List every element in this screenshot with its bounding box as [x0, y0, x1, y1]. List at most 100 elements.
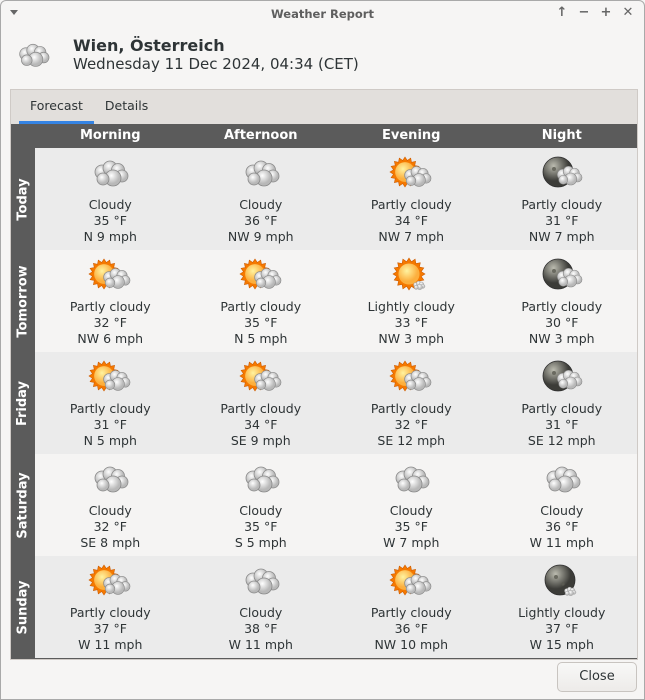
forecast-grid: Morning Afternoon Evening Night Today Cl… [11, 124, 637, 659]
partly-cloudy-night-icon [542, 258, 583, 290]
cloudy-icon [395, 466, 430, 493]
forecast-cell: Partly cloudy 32 °F NW 6 mph [35, 250, 186, 352]
forecast-notebook: Forecast Details Morning Afternoon Eveni… [10, 89, 638, 660]
wind: N 5 mph [234, 331, 288, 346]
wind: W 7 mph [383, 535, 440, 550]
close-button[interactable]: Close [557, 662, 637, 692]
condition: Cloudy [239, 197, 283, 212]
forecast-row: Partly cloudy 31 °F N 5 mph Partly cloud… [35, 352, 637, 454]
partly-cloudy-day-icon [389, 564, 432, 596]
wind: W 11 mph [228, 637, 293, 652]
forecast-row: Cloudy 32 °F SE 8 mph Cloudy 35 °F S 5 m… [35, 454, 637, 556]
condition: Partly cloudy [370, 605, 452, 620]
window-title: Weather Report [271, 7, 374, 21]
wind: N 9 mph [83, 229, 137, 244]
wind: W 15 mph [529, 637, 594, 652]
row-label-tomorrow: Tomorrow [11, 250, 35, 352]
temperature: 32 °F [394, 417, 428, 432]
row-label-sunday: Sunday [11, 556, 35, 658]
cloudy-icon [19, 43, 50, 67]
temperature: 31 °F [93, 417, 127, 432]
temperature: 36 °F [244, 213, 278, 228]
column-header-morning: Morning [79, 128, 141, 143]
condition: Partly cloudy [220, 299, 302, 314]
cloudy-icon [245, 568, 280, 595]
wind: W 11 mph [78, 637, 143, 652]
partly-cloudy-day-icon [239, 258, 282, 290]
partly-cloudy-day-icon [389, 360, 432, 392]
wind: NW 7 mph [378, 229, 445, 244]
temperature: 34 °F [394, 213, 428, 228]
weather-report-window: Weather Report ↑ − + ✕ Wien, Österreich … [0, 0, 645, 700]
wind: NW 10 mph [374, 637, 449, 652]
condition: Partly cloudy [521, 197, 603, 212]
wind: S 5 mph [234, 535, 287, 550]
row-label-text: Saturday [15, 471, 31, 539]
row-label-friday: Friday [11, 352, 35, 454]
temperature: 37 °F [545, 621, 579, 636]
condition: Partly cloudy [521, 401, 603, 416]
forecast-cell: Partly cloudy 37 °F W 11 mph [35, 556, 186, 658]
condition: Cloudy [239, 503, 283, 518]
wind: SE 12 mph [527, 433, 596, 448]
forecast-row: Cloudy 35 °F N 9 mph Cloudy 36 °F NW 9 m… [35, 148, 637, 250]
close-window-button[interactable]: ✕ [620, 5, 636, 21]
temperature: 35 °F [244, 519, 278, 534]
tab-forecast[interactable]: Forecast [19, 90, 94, 124]
column-header-night: Night [541, 128, 582, 143]
forecast-cell: Cloudy 35 °F N 9 mph [35, 148, 186, 250]
forecast-cell: Cloudy 35 °F W 7 mph [336, 454, 487, 556]
forecast-cell: Partly cloudy 31 °F SE 12 mph [487, 352, 638, 454]
row-label-saturday: Saturday [11, 454, 35, 556]
row-label-text: Tomorrow [15, 264, 31, 338]
temperature: 36 °F [394, 621, 428, 636]
forecast-row: Partly cloudy 37 °F W 11 mph Cloudy 38 °… [35, 556, 637, 658]
temperature: 31 °F [545, 417, 579, 432]
partly-cloudy-day-icon [88, 258, 131, 290]
temperature: 35 °F [244, 315, 278, 330]
wind: SE 8 mph [80, 535, 141, 550]
forecast-cell: Partly cloudy 36 °F NW 10 mph [336, 556, 487, 658]
condition: Partly cloudy [370, 401, 452, 416]
wind: N 5 mph [83, 433, 137, 448]
row-label-today: Today [11, 148, 35, 250]
condition: Cloudy [88, 503, 132, 518]
lightly-cloudy-day-icon [392, 257, 426, 291]
forecast-cell: Partly cloudy 31 °F N 5 mph [35, 352, 186, 454]
forecast-cell: Lightly cloudy 37 °F W 15 mph [487, 556, 638, 658]
condition: Lightly cloudy [367, 299, 455, 314]
cloudy-icon [245, 160, 280, 187]
wind: NW 9 mph [227, 229, 294, 244]
cloudy-icon [245, 466, 280, 493]
partly-cloudy-day-icon [88, 360, 131, 392]
location-name: Wien, Österreich [73, 36, 225, 55]
column-headers: Morning Afternoon Evening Night [35, 124, 637, 148]
row-label-text: Sunday [15, 579, 31, 635]
temperature: 37 °F [93, 621, 127, 636]
temperature: 32 °F [93, 519, 127, 534]
condition: Lightly cloudy [518, 605, 606, 620]
partly-cloudy-night-icon [542, 360, 583, 392]
tab-details[interactable]: Details [94, 90, 159, 124]
maximize-button[interactable]: + [598, 5, 614, 21]
partly-cloudy-day-icon [88, 564, 131, 596]
wind: NW 6 mph [77, 331, 144, 346]
condition: Partly cloudy [220, 401, 302, 416]
forecast-cell: Partly cloudy 31 °F NW 7 mph [487, 148, 638, 250]
row-label-text: Today [15, 177, 31, 221]
title-bar: Weather Report ↑ − + ✕ [1, 1, 644, 27]
row-label-text: Friday [15, 380, 31, 426]
forecast-cell: Partly cloudy 30 °F NW 3 mph [487, 250, 638, 352]
keep-above-button[interactable]: ↑ [554, 5, 570, 21]
temperature: 30 °F [545, 315, 579, 330]
wind: SE 12 mph [377, 433, 446, 448]
minimize-button[interactable]: − [576, 5, 592, 21]
temperature: 35 °F [93, 213, 127, 228]
forecast-row: Partly cloudy 32 °F NW 6 mph Partly clou… [35, 250, 637, 352]
column-header-afternoon: Afternoon [223, 128, 298, 143]
forecast-cell: Cloudy 32 °F SE 8 mph [35, 454, 186, 556]
forecast-cell: Partly cloudy 34 °F SE 9 mph [186, 352, 337, 454]
forecast-cell: Partly cloudy 34 °F NW 7 mph [336, 148, 487, 250]
temperature: 35 °F [394, 519, 428, 534]
condition: Partly cloudy [521, 299, 603, 314]
